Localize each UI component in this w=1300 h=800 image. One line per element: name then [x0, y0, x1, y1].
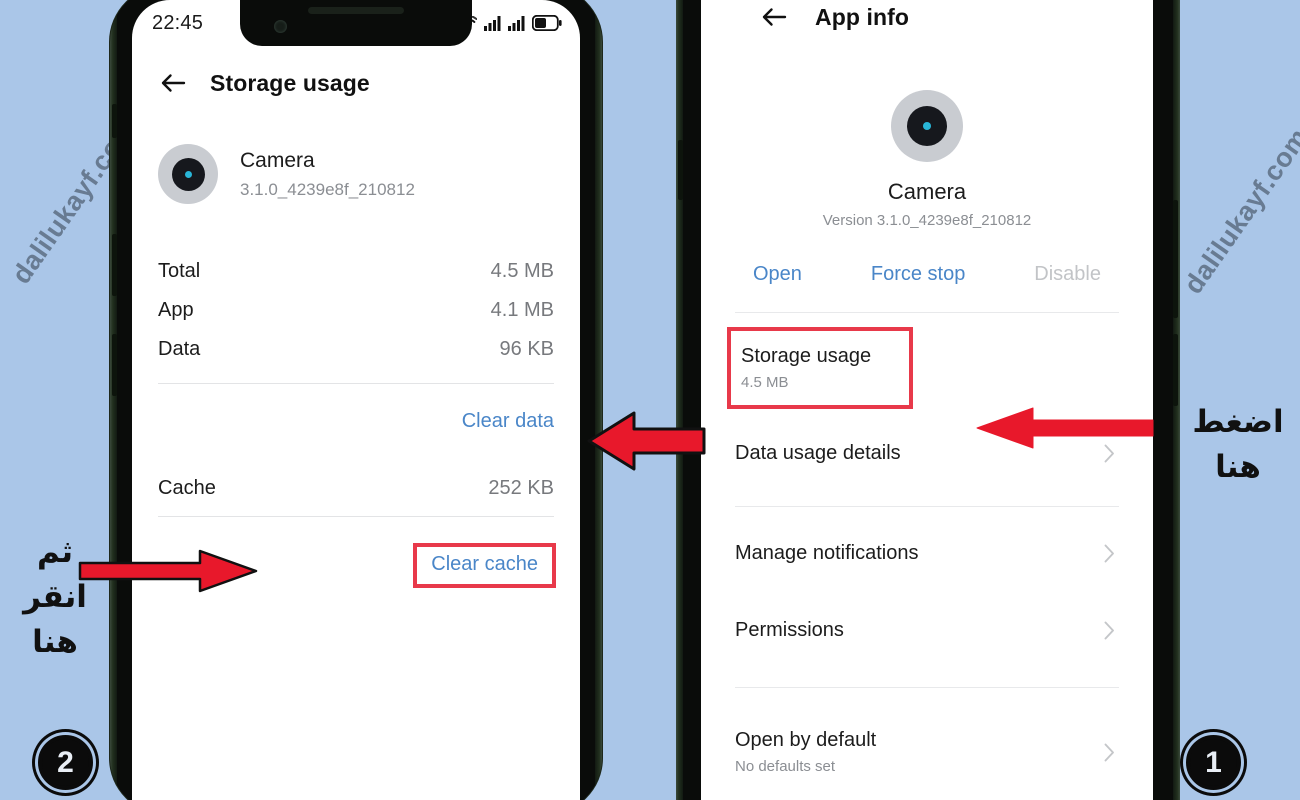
list-item-text: Storage usage 4.5 MB	[741, 345, 871, 391]
app-identity-text: Camera 3.1.0_4239e8f_210812	[240, 148, 415, 199]
row-value: 96 KB	[499, 338, 554, 360]
clear-cache-highlight-box: Clear cache	[413, 543, 556, 588]
list-item-text: Data usage details	[735, 442, 901, 465]
app-settings-list: Storage usage 4.5 MB Data usage details	[727, 327, 1127, 794]
row-label: Total	[158, 260, 201, 282]
storage-breakdown-list: Total 4.5 MB App 4.1 MB Data 96 KB	[150, 252, 562, 369]
list-item-text: Manage notifications	[735, 542, 918, 565]
watermark-right: dalilukayf.com	[1178, 122, 1300, 300]
list-item-title: Permissions	[735, 619, 844, 641]
camera-lens-dot	[923, 122, 931, 130]
status-bar-icons	[458, 15, 564, 31]
step-badge-one: 1	[1186, 735, 1241, 790]
list-item-title: Manage notifications	[735, 542, 919, 564]
phone-right-power-button[interactable]	[1173, 334, 1178, 406]
camera-lens	[907, 106, 947, 146]
list-item-manage-notifications[interactable]: Manage notifications	[727, 523, 1127, 584]
storage-usage-header: Storage usage	[150, 68, 562, 98]
phone-left-rim-right	[595, 0, 602, 796]
app-info-header: App info	[727, 2, 1127, 32]
list-item-subtitle: 4.5 MB	[741, 374, 789, 391]
camera-app-icon	[891, 90, 963, 162]
row-label: App	[158, 299, 194, 321]
clear-data-button[interactable]: Clear data	[462, 410, 554, 433]
phone-left-screen: 22:45 Storage usage Camera 3.1.0_4239e8f…	[132, 0, 580, 800]
front-camera-icon	[274, 20, 287, 33]
camera-app-icon	[158, 144, 218, 204]
annotation-note-left: ثم انقر هنا	[2, 530, 108, 665]
step-badge-two: 2	[38, 735, 93, 790]
row-value: 4.1 MB	[490, 299, 554, 321]
row-value: 4.5 MB	[490, 260, 554, 282]
list-item-title: Storage usage	[741, 345, 872, 367]
list-item-subtitle: No defaults set	[735, 758, 836, 775]
row-label: Data	[158, 338, 201, 360]
divider	[735, 312, 1119, 313]
open-button[interactable]: Open	[753, 263, 802, 286]
force-stop-button[interactable]: Force stop	[871, 263, 965, 286]
annotation-note-left-line1: ثم انقر	[23, 534, 87, 615]
signal-icon	[484, 15, 501, 31]
table-row: Total 4.5 MB	[158, 252, 554, 291]
app-info-page: App info Camera Version 3.1.0_4239e8f_21…	[701, 2, 1153, 794]
phone-left-device: 22:45 Storage usage Camera 3.1.0_4239e8f…	[110, 0, 602, 800]
camera-lens	[171, 157, 205, 191]
chevron-right-icon	[1104, 743, 1115, 762]
phone-right-screen: App info Camera Version 3.1.0_4239e8f_21…	[701, 0, 1153, 800]
disable-button: Disable	[1034, 263, 1101, 285]
storage-usage-page: Storage usage Camera 3.1.0_4239e8f_21081…	[132, 68, 580, 588]
phone-right-device: App info Camera Version 3.1.0_4239e8f_21…	[676, 0, 1180, 800]
list-item-text: Permissions	[735, 619, 844, 642]
annotation-note-right: اضغط هنا	[1180, 400, 1296, 490]
app-actions-row: Open Force stop Disable	[727, 263, 1127, 286]
divider	[735, 687, 1119, 688]
phone-left-volume-down-button[interactable]	[112, 334, 117, 396]
earpiece-speaker	[308, 7, 404, 14]
clear-cache-button[interactable]: Clear cache	[431, 553, 538, 576]
clear-data-row: Clear data	[150, 384, 562, 433]
phone-left-mute-button[interactable]	[112, 104, 117, 138]
phone-left-volume-up-button[interactable]	[112, 234, 117, 296]
app-version: 3.1.0_4239e8f_210812	[240, 179, 415, 199]
page-title: Storage usage	[210, 69, 370, 96]
list-item-text: Open by default No defaults set	[735, 729, 876, 775]
app-version: Version 3.1.0_4239e8f_210812	[822, 212, 1032, 229]
app-identity-block: Camera Version 3.1.0_4239e8f_210812	[727, 90, 1127, 229]
page-title: App info	[815, 3, 910, 30]
list-item-permissions[interactable]: Permissions	[727, 600, 1127, 661]
table-row: Data 96 KB	[158, 330, 554, 369]
chevron-right-icon	[1104, 544, 1115, 563]
battery-icon	[532, 15, 562, 31]
cache-row: Cache 252 KB	[150, 477, 562, 500]
app-identity-row: Camera 3.1.0_4239e8f_210812	[150, 144, 562, 204]
list-item-title: Data usage details	[735, 442, 901, 464]
signal-icon	[508, 15, 525, 31]
app-name: Camera	[887, 179, 967, 204]
list-item-storage-usage[interactable]: Storage usage 4.5 MB	[727, 327, 913, 409]
screenshot-stage: dalilukayf.com dalilukayf.com 22:45 Stor…	[0, 0, 1300, 800]
annotation-note-right-line2: هنا	[1215, 448, 1261, 485]
status-bar-clock: 22:45	[152, 11, 204, 34]
divider	[735, 506, 1119, 507]
list-item-open-by-default[interactable]: Open by default No defaults set	[727, 710, 1127, 794]
list-item-title: Open by default	[735, 729, 877, 751]
back-arrow-icon[interactable]	[759, 2, 789, 32]
annotation-note-right-line1: اضغط	[1192, 404, 1284, 440]
camera-lens-dot	[184, 170, 192, 178]
red-arrow-left	[587, 411, 706, 471]
chevron-right-icon	[1104, 621, 1115, 640]
red-arrow-left	[976, 407, 1154, 449]
annotation-note-left-line2: هنا	[32, 623, 78, 660]
cache-value: 252 KB	[488, 477, 554, 499]
phone-right-volume-button[interactable]	[1173, 200, 1178, 318]
app-name: Camera	[240, 149, 315, 173]
table-row: App 4.1 MB	[158, 291, 554, 330]
cache-label: Cache	[158, 477, 216, 499]
phone-right-mute-button[interactable]	[678, 140, 683, 200]
phone-notch	[240, 0, 472, 46]
divider	[158, 516, 554, 517]
back-arrow-icon[interactable]	[158, 68, 188, 98]
phone-right-rim-left	[676, 0, 683, 800]
